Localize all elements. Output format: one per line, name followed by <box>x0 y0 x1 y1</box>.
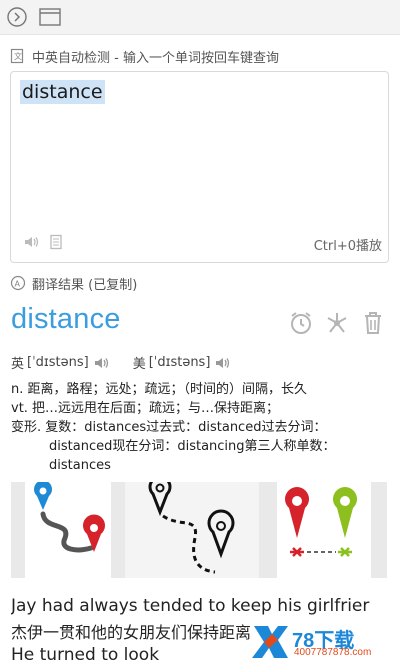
trash-icon[interactable] <box>360 310 386 336</box>
illustration-images <box>11 482 387 578</box>
window-icon[interactable] <box>38 6 61 28</box>
definitions: n. 距离，路程；远处；疏远；（时间的）间隔，长久 vt. 把…远远甩在后面；疏… <box>11 380 391 475</box>
input-tools <box>23 234 63 254</box>
image-route-tile[interactable] <box>125 482 259 578</box>
play-shortcut-hint: Ctrl+0播放 <box>313 239 382 254</box>
top-toolbar <box>0 0 400 35</box>
forward-circle-icon[interactable] <box>6 6 28 28</box>
watermark-url: 4007787878.com <box>294 647 372 658</box>
phonetic-uk-label: 英 <box>11 357 25 372</box>
alarm-clock-icon[interactable] <box>288 310 314 336</box>
source-language-label-row: 文 中英自动检测 - 输入一个单词按回车键查询 <box>10 46 279 66</box>
translate-result-icon: A <box>10 275 26 291</box>
speaker-us-icon[interactable] <box>214 355 232 371</box>
watermark-logo-icon <box>252 626 288 658</box>
definition-line: distances <box>49 458 111 473</box>
speaker-uk-icon[interactable] <box>93 355 111 371</box>
svg-text:A: A <box>15 280 21 289</box>
example-sentence-en: Jay had always tended to keep his girlfr… <box>11 596 370 616</box>
definition-line: vt. 把…远远甩在后面；疏远；与…保持距离； <box>11 401 280 416</box>
result-label-row: A 翻译结果 (已复制) <box>10 273 137 293</box>
definition-line: 变形. 复数：distances过去式：distanced过去分词： <box>11 420 327 435</box>
translate-doc-icon: 文 <box>10 48 26 64</box>
image-two-pins-tile[interactable] <box>259 482 387 578</box>
definition-line: distanced现在分词：distancing第三人称单数： <box>49 439 336 454</box>
headword: distance <box>11 303 121 335</box>
headword-actions <box>288 310 386 336</box>
share-icon[interactable] <box>324 310 350 336</box>
query-input-box[interactable]: distance Ctrl+0播放 <box>10 71 389 263</box>
source-language-label: 中英自动检测 - 输入一个单词按回车键查询 <box>32 50 279 66</box>
example-sentence-cn: 杰伊一贯和他的女朋友们保持距离 <box>11 623 252 642</box>
result-label: 翻译结果 (已复制) <box>32 277 138 293</box>
phonetic-us: [ˈdɪstəns] <box>148 355 211 370</box>
watermark: 78下载 4007787878.com <box>250 622 400 661</box>
example-sentence-next: He turned to look <box>11 645 160 661</box>
speaker-icon[interactable] <box>23 234 41 254</box>
phonetics-row: 英 [ˈdɪstəns] 美 [ˈdɪstəns] <box>11 353 240 372</box>
phonetic-uk: [ˈdɪstəns] <box>27 355 89 370</box>
query-input[interactable]: distance <box>20 80 105 104</box>
phonetic-us-label: 美 <box>132 357 146 372</box>
image-path-tile[interactable] <box>11 482 125 578</box>
svg-text:文: 文 <box>14 51 22 61</box>
definition-line: n. 距离，路程；远处；疏远；（时间的）间隔，长久 <box>11 382 308 397</box>
document-icon[interactable] <box>49 234 63 254</box>
